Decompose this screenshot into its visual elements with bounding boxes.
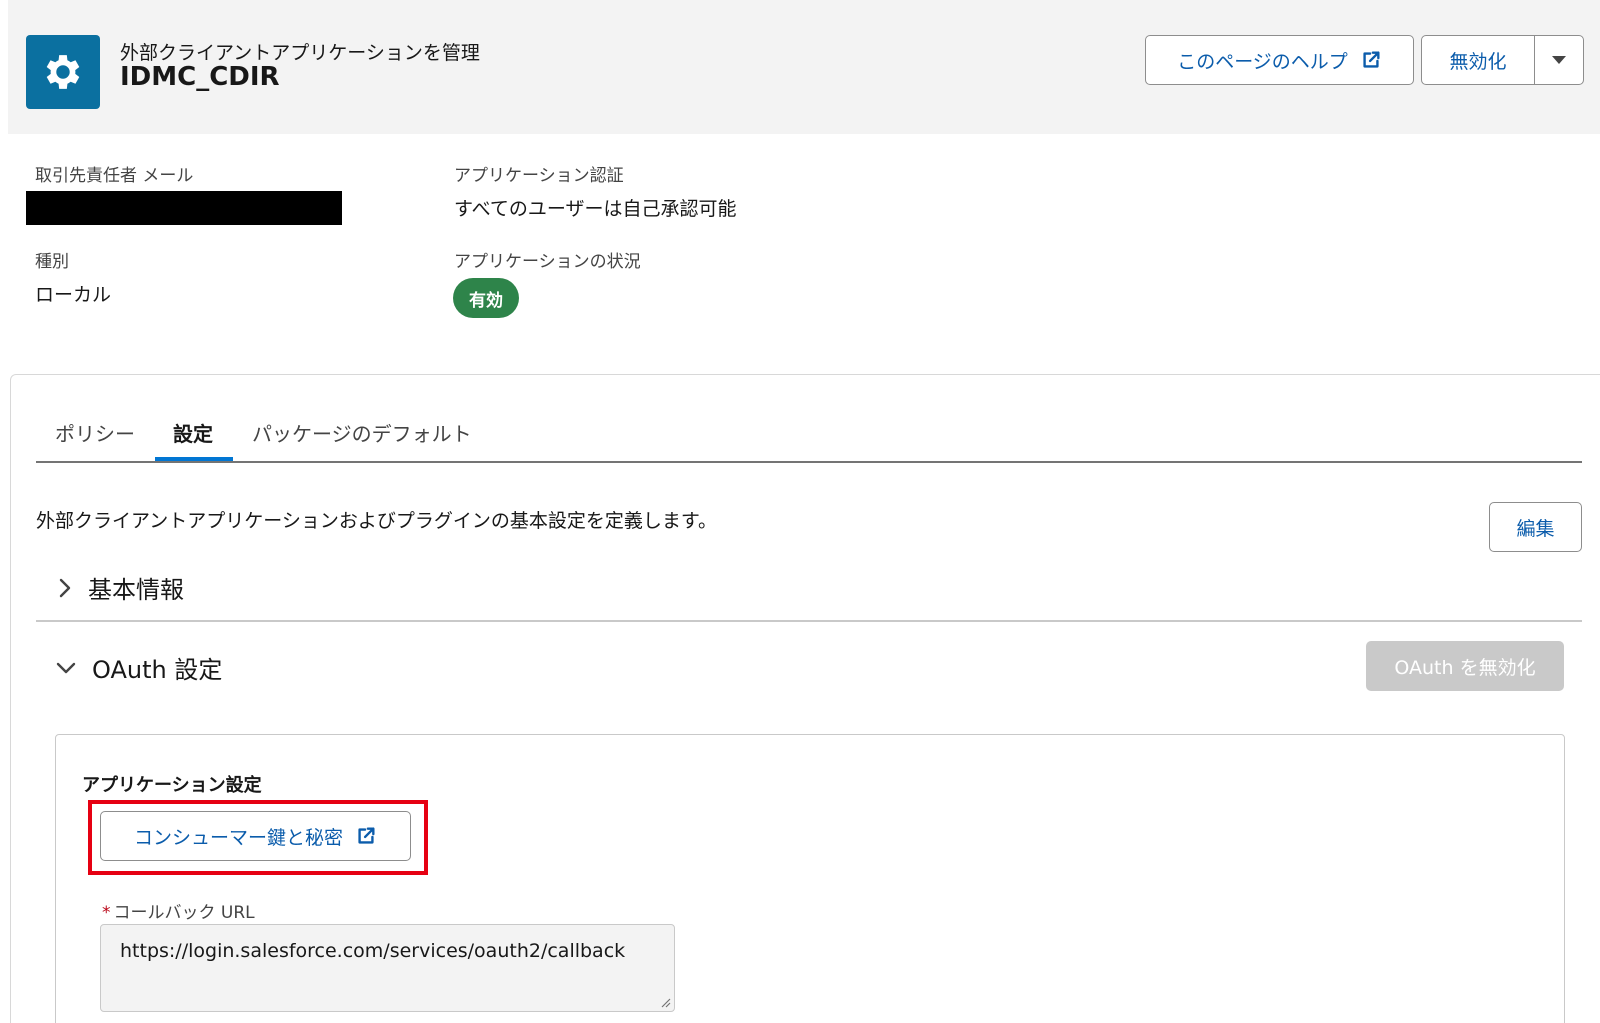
type-value: ローカル — [35, 284, 112, 306]
app-status-label: アプリケーションの状況 — [454, 252, 641, 272]
page-subtitle: 外部クライアントアプリケーションを管理 — [120, 42, 480, 64]
app-icon-tile — [26, 35, 100, 109]
section-divider — [36, 620, 1582, 622]
gear-icon — [46, 55, 80, 89]
consumer-key-button-label: コンシューマー鍵と秘密 — [133, 826, 343, 849]
required-asterisk: * — [102, 903, 111, 923]
type-label: 種別 — [35, 252, 69, 272]
resize-handle-icon[interactable] — [659, 996, 671, 1008]
settings-description: 外部クライアントアプリケーションおよびプラグインの基本設定を定義します。 — [36, 510, 717, 532]
tab-policy[interactable]: ポリシー — [55, 418, 135, 447]
disable-oauth-button[interactable]: OAuth を無効化 — [1366, 641, 1564, 691]
deactivate-button[interactable]: 無効化 — [1422, 36, 1535, 84]
app-settings-title: アプリケーション設定 — [82, 775, 262, 796]
help-button-label: このページのヘルプ — [1177, 50, 1348, 73]
oauth-section-toggle[interactable]: OAuth 設定 — [54, 650, 222, 685]
more-actions-button[interactable] — [1535, 36, 1583, 84]
oauth-title: OAuth 設定 — [92, 656, 223, 684]
basic-info-section-toggle[interactable]: 基本情報 — [56, 570, 184, 605]
basic-info-title: 基本情報 — [88, 576, 184, 604]
active-tab-indicator — [155, 457, 233, 461]
external-link-icon — [358, 827, 375, 844]
deactivate-button-group: 無効化 — [1421, 35, 1584, 85]
app-auth-value: すべてのユーザーは自己承認可能 — [454, 198, 737, 220]
tab-settings[interactable]: 設定 — [173, 418, 213, 447]
page-title: IDMC_CDIR — [120, 62, 280, 92]
tabs-divider — [36, 461, 1582, 463]
external-link-icon — [1363, 51, 1380, 68]
callback-url-label-text: コールバック URL — [113, 903, 255, 923]
help-button[interactable]: このページのヘルプ — [1145, 35, 1414, 85]
chevron-right-icon — [59, 578, 71, 597]
callback-url-label: * コールバック URL — [102, 898, 255, 923]
app-auth-label: アプリケーション認証 — [454, 166, 624, 186]
chevron-down-icon — [1552, 56, 1566, 64]
chevron-down-icon — [56, 662, 76, 673]
status-badge: 有効 — [453, 278, 519, 318]
callback-url-textarea[interactable]: https://login.salesforce.com/services/oa… — [100, 924, 675, 1012]
redacted-email-value — [26, 191, 342, 225]
tab-package-defaults[interactable]: パッケージのデフォルト — [252, 418, 472, 447]
consumer-key-button[interactable]: コンシューマー鍵と秘密 — [100, 811, 411, 861]
callback-url-value: https://login.salesforce.com/services/oa… — [120, 940, 626, 962]
edit-button[interactable]: 編集 — [1489, 502, 1582, 552]
contact-email-label: 取引先責任者 メール — [35, 166, 194, 186]
